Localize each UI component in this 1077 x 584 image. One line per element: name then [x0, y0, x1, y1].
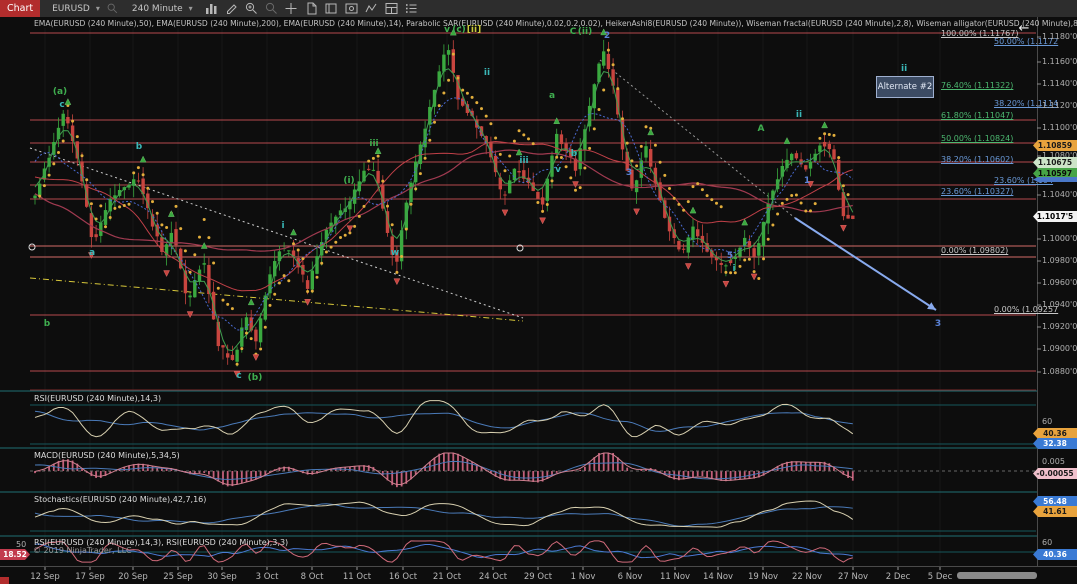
snapshot-icon[interactable] — [344, 1, 359, 16]
interval-value: 240 Minute — [132, 4, 183, 14]
crosshair-icon[interactable] — [284, 1, 299, 16]
horizontal-scrollbar-thumb[interactable] — [957, 572, 1037, 579]
toolbar: Chart EURUSD ▾ 240 Minute ▾ — [0, 0, 1077, 17]
chevron-down-icon: ▾ — [189, 4, 193, 13]
toolbar-icons — [199, 1, 419, 16]
bar-chart-icon[interactable] — [204, 1, 219, 16]
window-grid-icon[interactable] — [384, 1, 399, 16]
interval-select[interactable]: 240 Minute ▾ — [132, 4, 193, 14]
zoom-in-icon[interactable] — [244, 1, 259, 16]
corner-marker — [0, 577, 9, 584]
copyright-text: © 2019 NinjaTrader, LLC — [33, 546, 132, 555]
ninjatrader-chart-window: Chart EURUSD ▾ 240 Minute ▾ EMA(EURUSD (… — [0, 0, 1077, 584]
panel-icon[interactable] — [324, 1, 339, 16]
symbol-select[interactable]: EURUSD ▾ — [52, 4, 100, 14]
pencil-icon[interactable] — [224, 1, 239, 16]
tab-chart[interactable]: Chart — [0, 0, 40, 17]
search-icon[interactable] — [105, 1, 120, 16]
chevron-down-icon: ▾ — [96, 4, 100, 13]
zigzag-icon[interactable] — [364, 1, 379, 16]
new-page-icon[interactable] — [304, 1, 319, 16]
indicator-list[interactable]: EMA(EURUSD (240 Minute),50), EMA(EURUSD … — [34, 19, 1077, 28]
symbol-value: EURUSD — [52, 4, 90, 14]
zoom-out-icon[interactable] — [264, 1, 279, 16]
list-icon[interactable] — [404, 1, 419, 16]
wave-label: ii — [901, 64, 907, 74]
alternate-count-annotation[interactable]: Alternate #2 — [876, 76, 934, 98]
back-arrow-button[interactable]: ← — [1012, 21, 1036, 37]
